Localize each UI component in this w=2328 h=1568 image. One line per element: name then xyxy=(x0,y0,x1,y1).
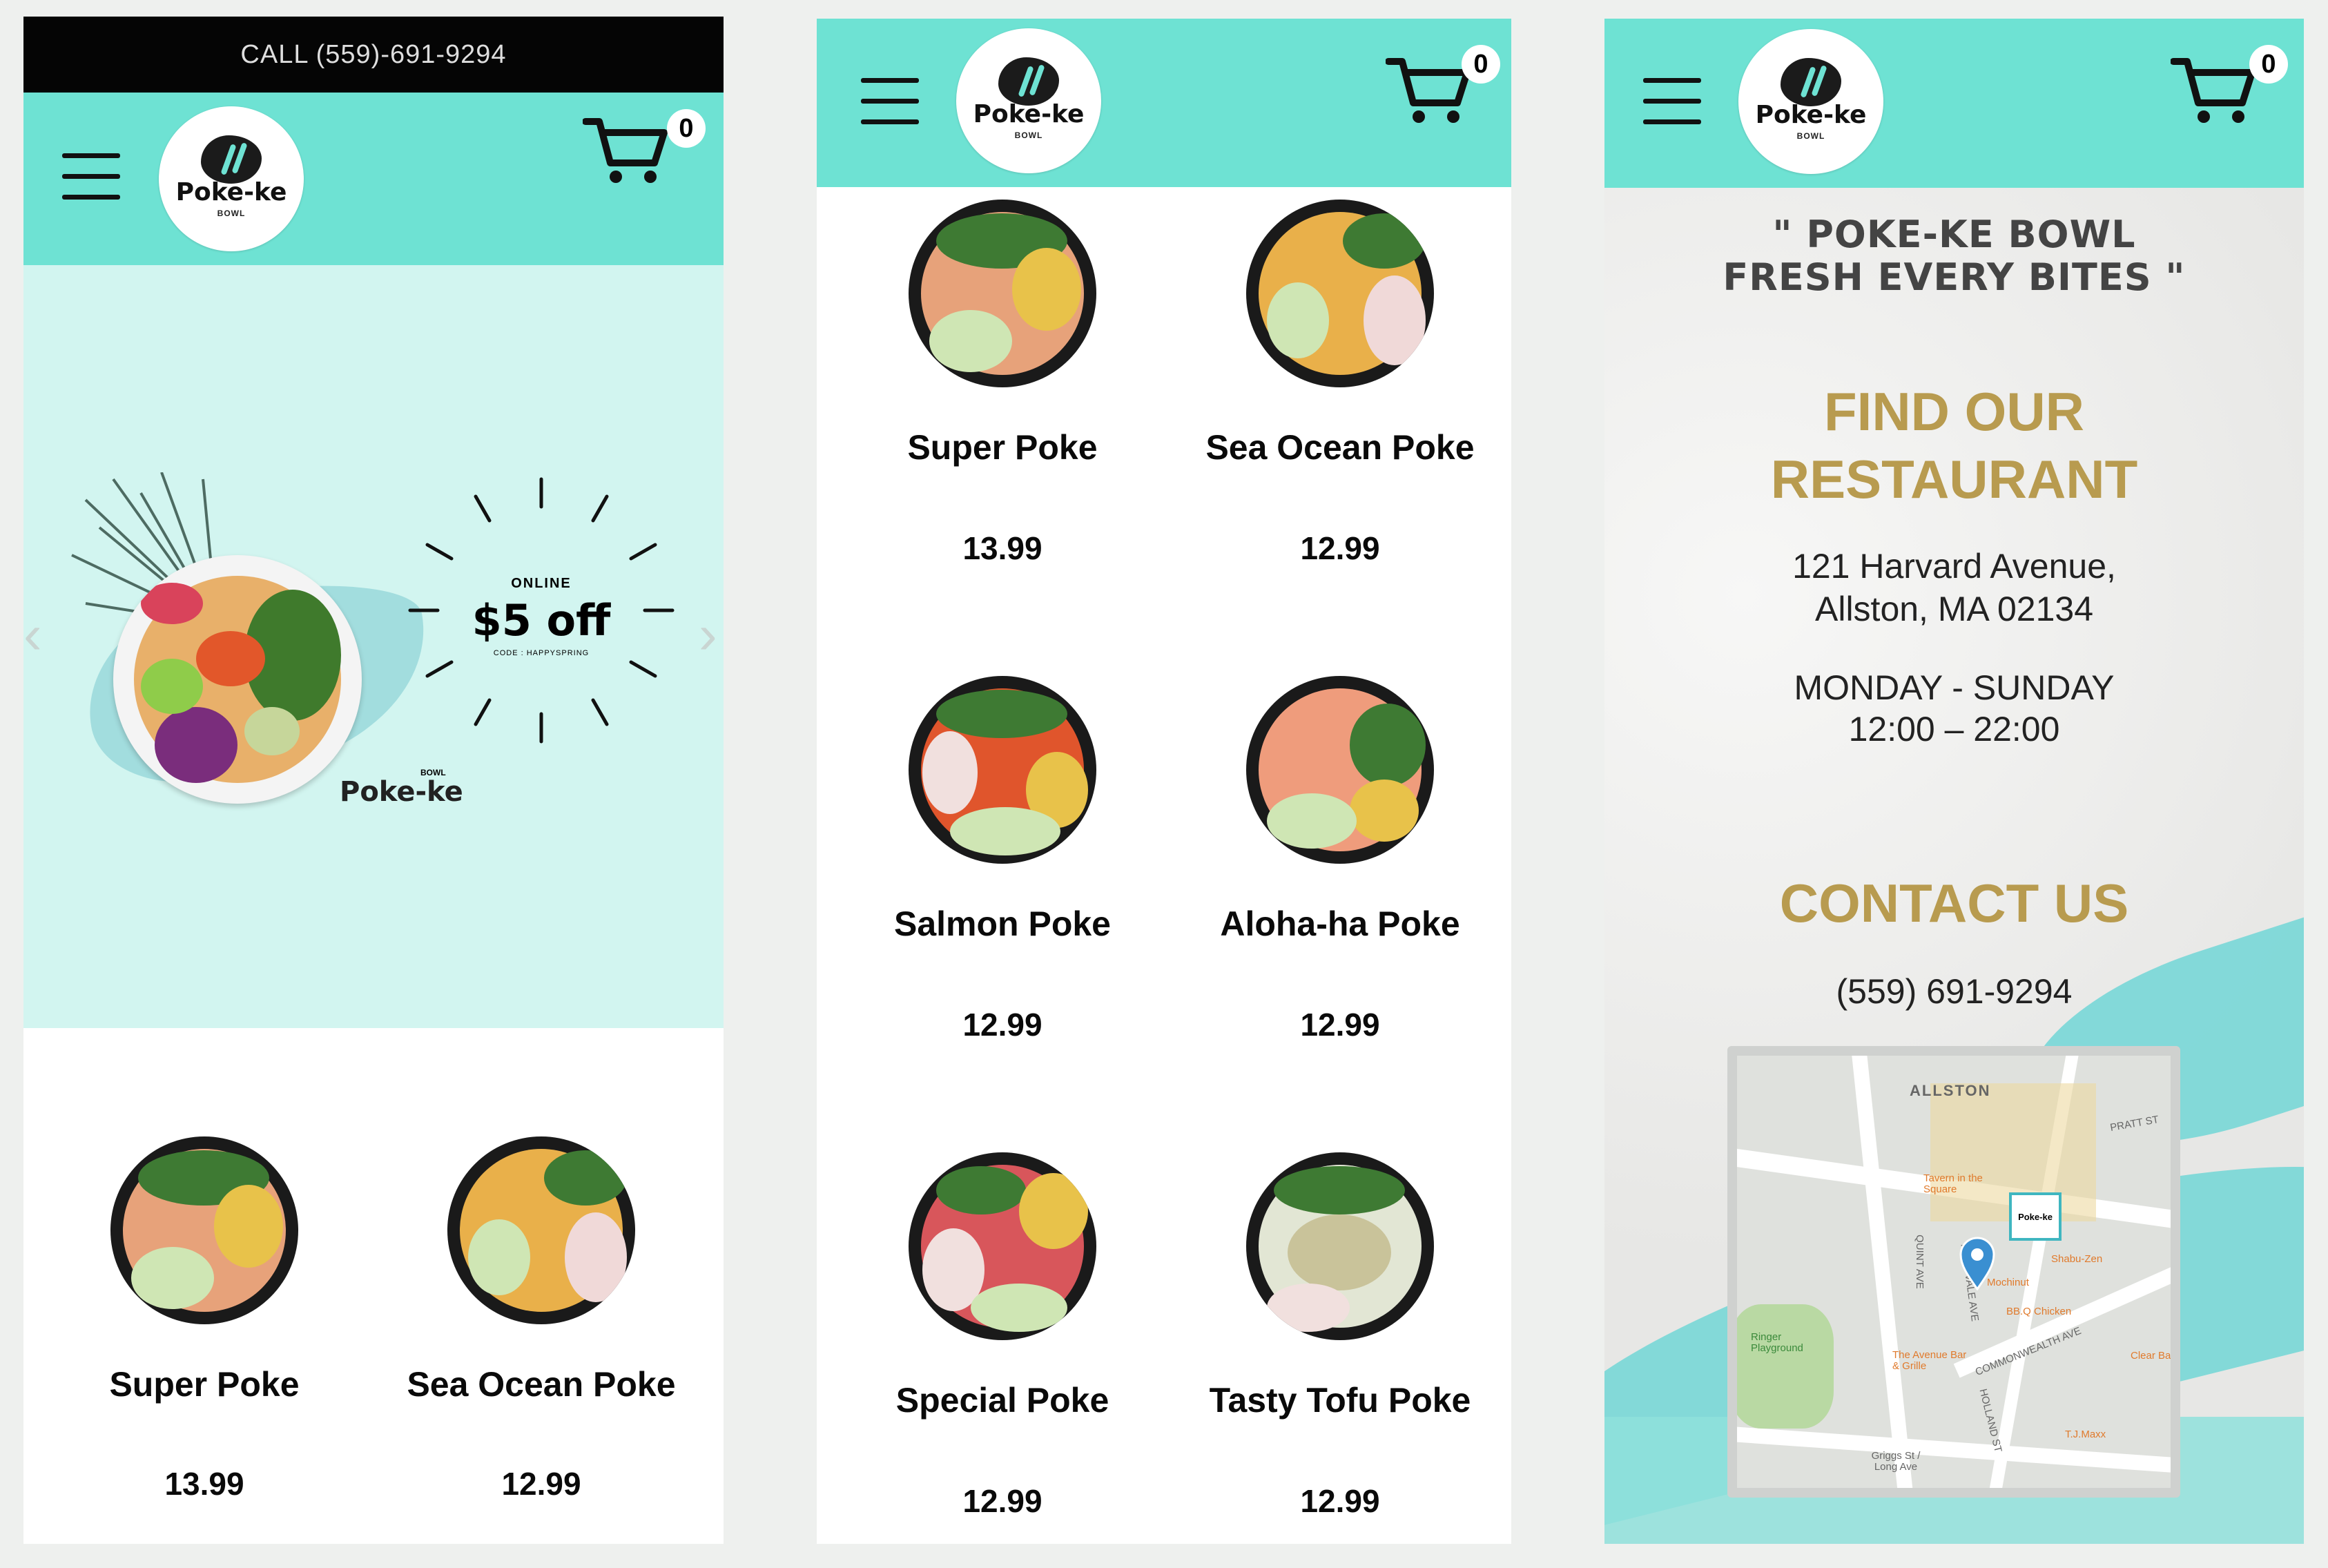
home-screen: CALL (559)-691-9294 Poke-ke BOWL 0 ONLIN… xyxy=(23,17,724,1544)
location-pin-icon[interactable] xyxy=(1958,1235,1997,1290)
site-header: Poke-ke BOWL 0 xyxy=(817,19,1511,187)
hours-days: MONDAY - SUNDAY xyxy=(1794,668,2115,707)
tagline-line-2: FRESH EVERY BITES " xyxy=(1723,255,2186,299)
logo-subtitle: BOWL xyxy=(1796,131,1825,141)
contact-title: CONTACT US xyxy=(1779,873,2129,933)
map-place-label: The Avenue Bar & Grille xyxy=(1892,1349,1967,1372)
logo-bowl-icon xyxy=(998,57,1059,106)
map-road xyxy=(1737,1424,2171,1475)
contact-phone[interactable]: (559) 691-9294 xyxy=(1604,970,2304,1013)
menu-item-price: 12.99 xyxy=(1300,1007,1380,1043)
menu-item-name[interactable]: Super Poke xyxy=(59,1363,349,1406)
site-header: Poke-ke BOWL 0 xyxy=(1604,19,2304,188)
logo-bowl-icon xyxy=(1781,58,1841,106)
brand-logo[interactable]: Poke-ke BOWL xyxy=(956,28,1101,173)
menu-item-name[interactable]: Salmon Poke xyxy=(857,902,1147,945)
promo-code: CODE : HAPPYSPRING xyxy=(493,649,590,657)
map-place-label: BB.Q Chicken xyxy=(2006,1306,2072,1317)
cart-count-badge: 0 xyxy=(2249,45,2288,84)
promo-banner[interactable]: ONLINE $5 off CODE : HAPPYSPRING BOWL Po… xyxy=(23,265,724,1028)
map-street-label: PRATT ST xyxy=(2109,1113,2160,1134)
logo-wordmark: Poke-ke xyxy=(973,100,1085,128)
menu-item-price: 12.99 xyxy=(1300,1483,1380,1519)
cart-icon xyxy=(583,118,668,183)
menu-item-image[interactable] xyxy=(909,676,1096,864)
tagline-line-1: " POKE-KE BOWL xyxy=(1772,213,2136,256)
map-area-label: ALLSTON xyxy=(1910,1082,1991,1099)
logo-subtitle: BOWL xyxy=(217,209,246,218)
menu-item-image[interactable] xyxy=(1246,1152,1434,1340)
menu-item-price: 12.99 xyxy=(962,1007,1042,1043)
map-place-label: Shabu-Zen xyxy=(2051,1253,2103,1265)
logo-subtitle: BOWL xyxy=(1014,130,1043,140)
promo-online-label: ONLINE xyxy=(511,576,572,591)
contact-screen: Poke-ke BOWL 0 " POKE-KE BOWL FRESH EVER… xyxy=(1604,19,2304,1544)
logo-bowl-icon xyxy=(201,135,262,184)
cart-button[interactable]: 0 xyxy=(583,106,706,189)
call-text[interactable]: CALL (559)-691-9294 xyxy=(240,40,506,70)
map-place-label: Ringer Playground xyxy=(1751,1331,1803,1354)
cart-icon xyxy=(2171,58,2256,123)
restaurant-marker-label: Poke-ke xyxy=(2018,1212,2053,1222)
restaurant-map-marker[interactable]: Poke-ke xyxy=(2009,1192,2062,1241)
cart-button[interactable]: 0 xyxy=(1386,45,1500,129)
map-place-label: T.J.Maxx xyxy=(2065,1429,2106,1440)
promo-brand: Poke-ke xyxy=(340,776,463,808)
brand-logo[interactable]: Poke-ke BOWL xyxy=(1738,29,1883,174)
hours-time: 12:00 – 22:00 xyxy=(1848,710,2060,748)
call-bar[interactable]: CALL (559)-691-9294 xyxy=(23,17,724,93)
map-park xyxy=(1737,1304,1834,1429)
find-restaurant-title-2: RESTAURANT xyxy=(1770,449,2138,510)
menu-item-image[interactable] xyxy=(909,200,1096,387)
menu-item-price: 13.99 xyxy=(164,1466,244,1502)
find-restaurant-title-1: FIND OUR xyxy=(1824,381,2084,442)
menu-item-name[interactable]: Sea Ocean Poke xyxy=(396,1363,686,1406)
map-street-label: QUINT AVE xyxy=(1913,1235,1926,1289)
carousel-prev-arrow[interactable]: ‹ xyxy=(23,603,42,666)
menu-item-name[interactable]: Super Poke xyxy=(857,426,1147,469)
address-line-2: Allston, MA 02134 xyxy=(1814,590,2094,628)
logo-wordmark: Poke-ke xyxy=(1755,101,1867,129)
site-header: Poke-ke BOWL 0 xyxy=(23,93,724,265)
cart-button[interactable]: 0 xyxy=(2171,45,2288,129)
menu-item-price: 13.99 xyxy=(962,530,1042,566)
map-place-label: Clear Ba xyxy=(2131,1350,2171,1362)
menu-item-name[interactable]: Tasty Tofu Poke xyxy=(1195,1379,1485,1422)
promo-bowl-image xyxy=(113,555,362,804)
map-road xyxy=(1850,1056,1915,1488)
hamburger-icon[interactable] xyxy=(861,78,919,124)
cart-count-badge: 0 xyxy=(1462,45,1500,84)
logo-wordmark: Poke-ke xyxy=(175,178,287,206)
menu-item-price: 12.99 xyxy=(501,1466,581,1502)
menu-item-name[interactable]: Sea Ocean Poke xyxy=(1195,426,1485,469)
menu-item-price: 12.99 xyxy=(1300,530,1380,566)
address-line-1: 121 Harvard Avenue, xyxy=(1792,547,2116,585)
hamburger-icon[interactable] xyxy=(1643,78,1701,124)
menu-item-name[interactable]: Aloha-ha Poke xyxy=(1195,902,1485,945)
menu-item-image[interactable] xyxy=(1246,676,1434,864)
hamburger-icon[interactable] xyxy=(62,153,120,200)
menu-item-name[interactable]: Special Poke xyxy=(857,1379,1147,1422)
cart-count-badge: 0 xyxy=(667,109,706,148)
brand-logo[interactable]: Poke-ke BOWL xyxy=(159,106,304,251)
map-place-label: Tavern in the Square xyxy=(1923,1172,1983,1195)
promo-offer: $5 off xyxy=(472,595,611,646)
menu-item-price: 12.99 xyxy=(962,1483,1042,1519)
menu-item-image[interactable] xyxy=(447,1136,635,1324)
menu-screen: Poke-ke BOWL 0 Super Poke Sea Ocean Poke… xyxy=(817,19,1511,1544)
carousel-next-arrow[interactable]: › xyxy=(699,603,717,666)
menu-item-image[interactable] xyxy=(909,1152,1096,1340)
map-place-label: Griggs St / Long Ave xyxy=(1871,1450,1921,1473)
menu-item-image[interactable] xyxy=(1246,200,1434,387)
menu-item-image[interactable] xyxy=(110,1136,298,1324)
location-map[interactable]: ALLSTON Tavern in the Square Shabu-Zen M… xyxy=(1727,1046,2180,1498)
